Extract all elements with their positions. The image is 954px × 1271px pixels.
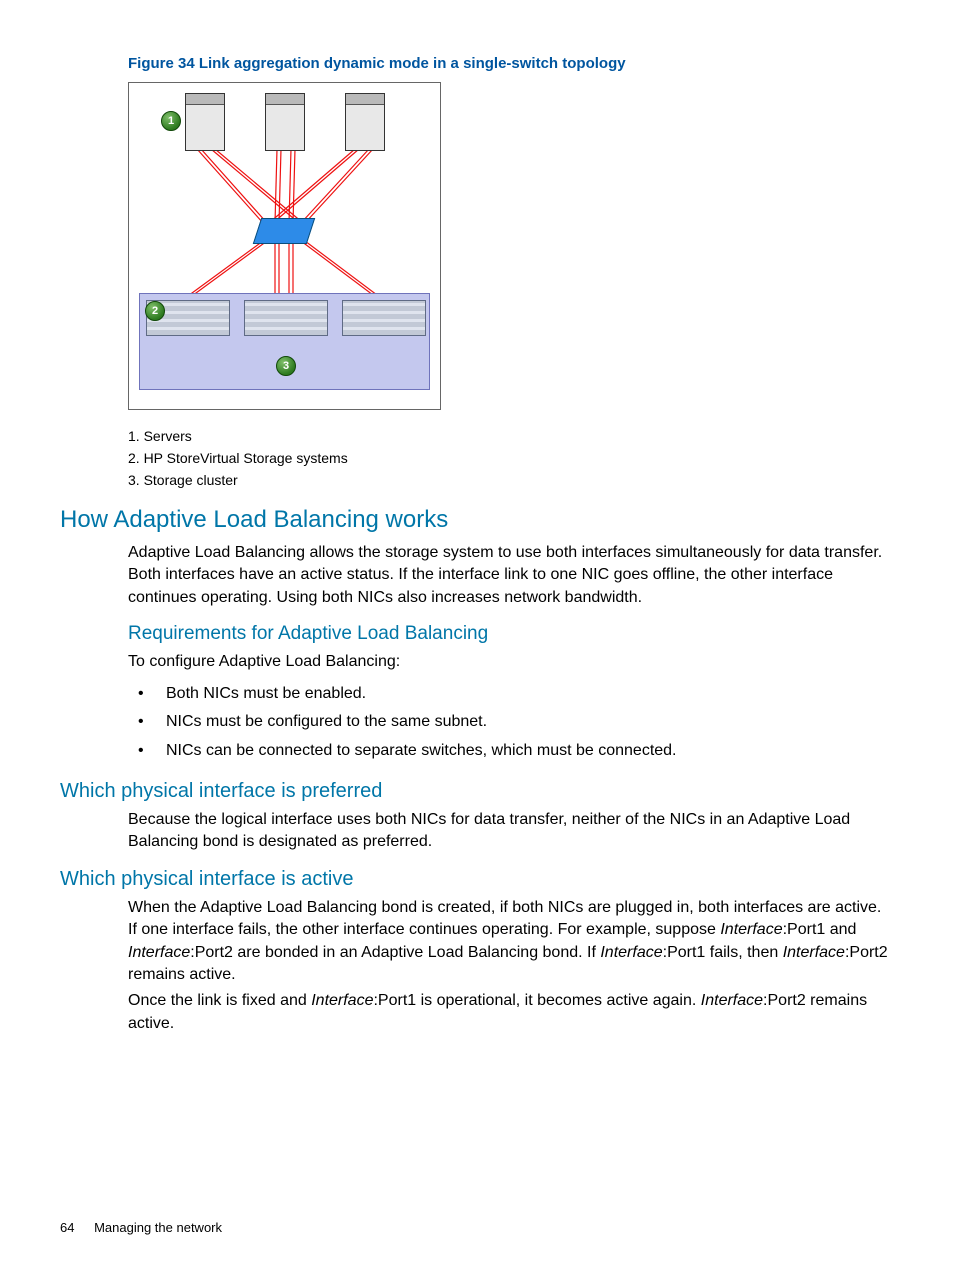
storage-rack-icon [244, 300, 328, 336]
page-number: 64 [60, 1220, 74, 1235]
badge-3: 3 [276, 356, 296, 376]
storage-cluster: 3 [139, 293, 430, 390]
legend-item: 1. Servers [128, 428, 894, 444]
list-item: Both NICs must be enabled. [148, 680, 894, 709]
figure-caption: Figure 34 Link aggregation dynamic mode … [128, 55, 894, 72]
paragraph: When the Adaptive Load Balancing bond is… [128, 897, 894, 987]
heading-requirements: Requirements for Adaptive Load Balancing [128, 623, 894, 645]
paragraph: Once the link is fixed and Interface:Por… [128, 990, 894, 1035]
storage-rack-icon [342, 300, 426, 336]
paragraph: Because the logical interface uses both … [128, 809, 894, 854]
badge-1: 1 [161, 111, 181, 131]
server-icon [185, 93, 225, 151]
heading-preferred-interface: Which physical interface is preferred [60, 780, 894, 803]
requirements-list: Both NICs must be enabled. NICs must be … [148, 680, 894, 766]
server-icon [345, 93, 385, 151]
footer-title: Managing the network [94, 1220, 222, 1235]
figure-diagram: 3 1 2 [128, 82, 441, 410]
figure-legend: 1. Servers 2. HP StoreVirtual Storage sy… [128, 428, 894, 488]
paragraph: To configure Adaptive Load Balancing: [128, 651, 894, 673]
badge-2: 2 [145, 301, 165, 321]
list-item: NICs must be configured to the same subn… [148, 708, 894, 737]
page-footer: 64 Managing the network [60, 1220, 222, 1235]
heading-how-alb-works: How Adaptive Load Balancing works [60, 506, 894, 534]
server-icon [265, 93, 305, 151]
switch-icon [253, 218, 315, 244]
paragraph: Adaptive Load Balancing allows the stora… [128, 542, 894, 609]
legend-item: 3. Storage cluster [128, 472, 894, 488]
heading-active-interface: Which physical interface is active [60, 868, 894, 891]
legend-item: 2. HP StoreVirtual Storage systems [128, 450, 894, 466]
list-item: NICs can be connected to separate switch… [148, 737, 894, 766]
